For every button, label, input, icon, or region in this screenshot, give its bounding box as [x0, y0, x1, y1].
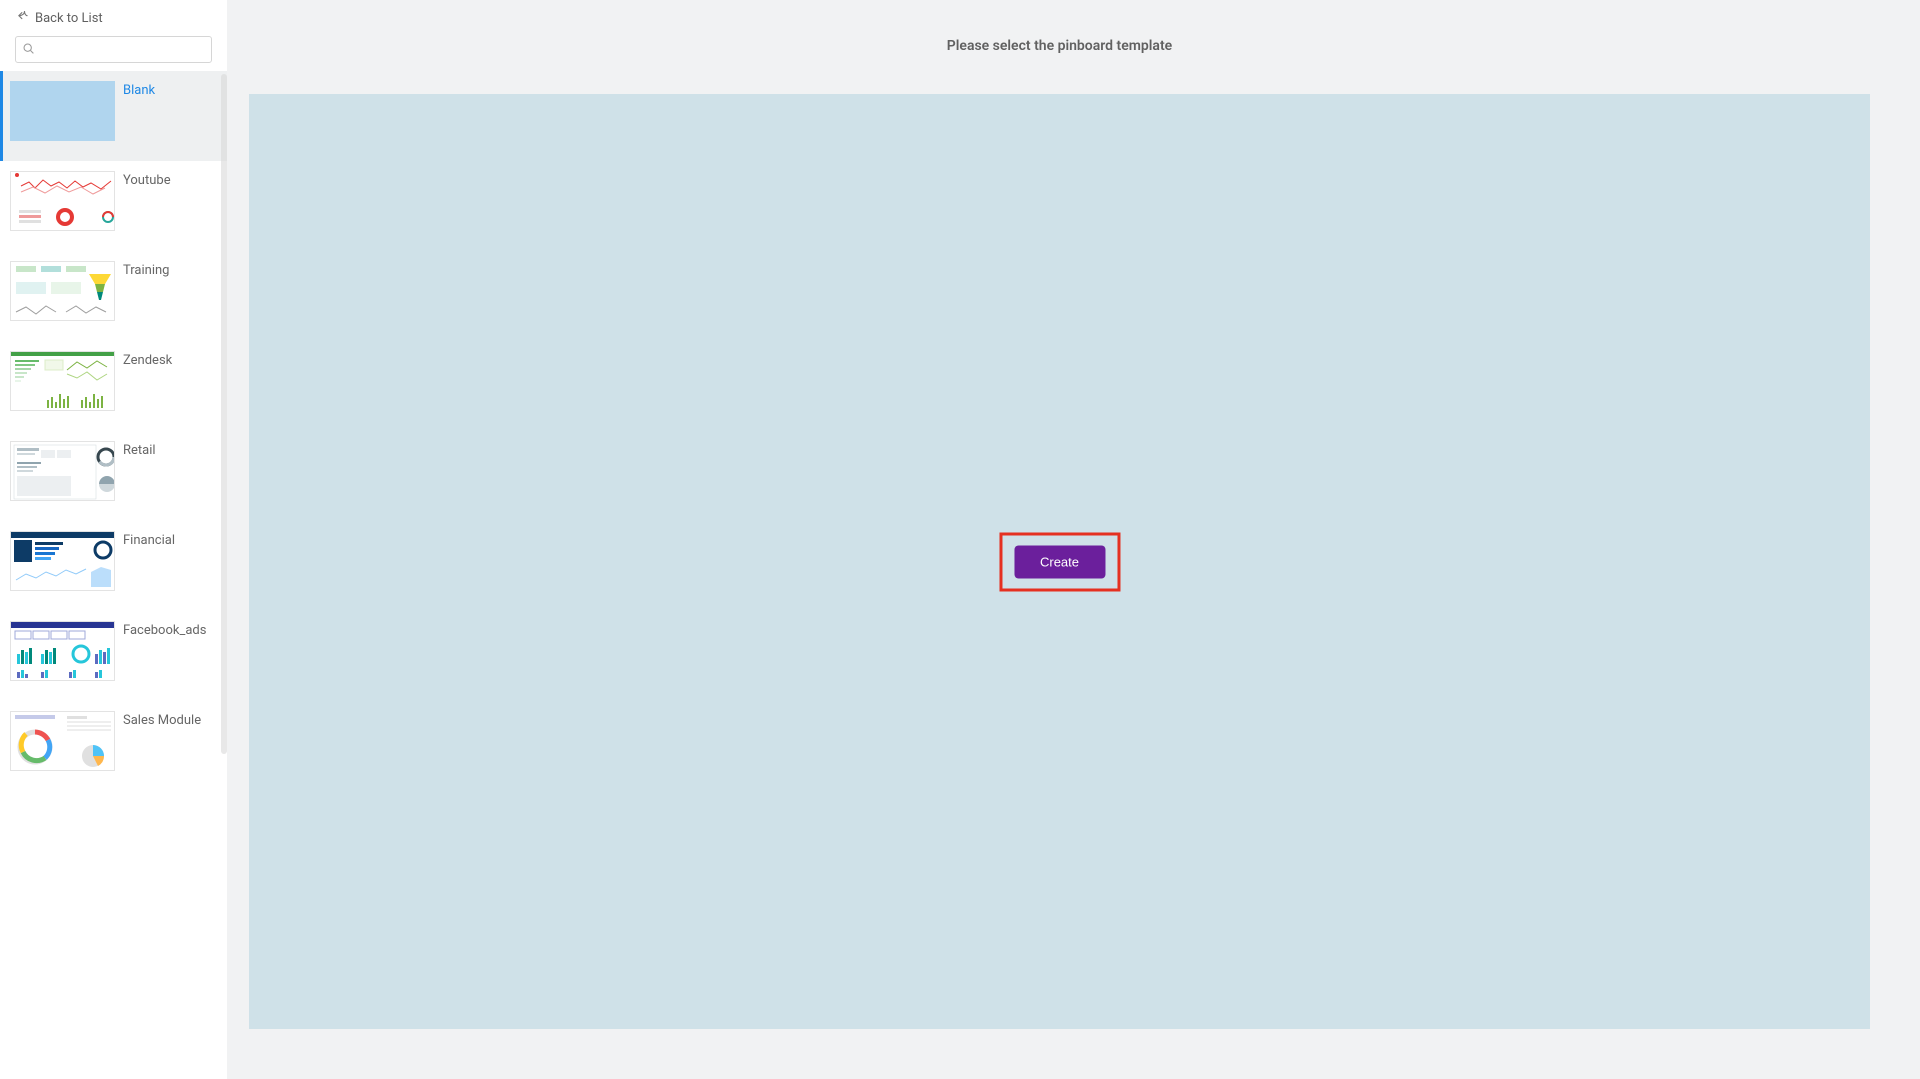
- back-to-list-link[interactable]: Back to List: [0, 0, 227, 34]
- template-item-facebook-ads[interactable]: Facebook_ads: [0, 611, 227, 701]
- template-thumb-zendesk: [10, 351, 115, 411]
- app-root: Back to List Blank: [0, 0, 1920, 1079]
- back-to-list-label: Back to List: [35, 11, 103, 26]
- template-thumb-financial: [10, 531, 115, 591]
- search-box[interactable]: [15, 36, 212, 63]
- template-label: Training: [123, 263, 169, 278]
- template-item-zendesk[interactable]: Zendesk: [0, 341, 227, 431]
- search-container: [0, 34, 227, 71]
- template-item-financial[interactable]: Financial: [0, 521, 227, 611]
- template-thumb-training: [10, 261, 115, 321]
- template-thumb-retail: [10, 441, 115, 501]
- sidebar: Back to List Blank: [0, 0, 227, 1079]
- page-title: Please select the pinboard template: [249, 38, 1870, 54]
- template-preview: Create: [249, 94, 1870, 1029]
- sidebar-scrollbar[interactable]: [221, 74, 227, 754]
- template-item-blank[interactable]: Blank: [0, 71, 227, 161]
- template-item-training[interactable]: Training: [0, 251, 227, 341]
- create-button-highlight: Create: [999, 532, 1120, 591]
- template-label: Retail: [123, 443, 156, 458]
- template-thumb-blank: [10, 81, 115, 141]
- search-input[interactable]: [39, 42, 205, 57]
- template-item-youtube[interactable]: Youtube: [0, 161, 227, 251]
- template-label: Blank: [123, 83, 155, 98]
- template-list[interactable]: Blank: [0, 71, 227, 1079]
- template-label: Youtube: [123, 173, 171, 188]
- template-thumb-facebook-ads: [10, 621, 115, 681]
- template-thumb-youtube: [10, 171, 115, 231]
- main-area: Please select the pinboard template Crea…: [227, 0, 1920, 1079]
- create-button[interactable]: Create: [1014, 545, 1105, 578]
- template-item-retail[interactable]: Retail: [0, 431, 227, 521]
- search-icon: [22, 40, 35, 59]
- template-label: Sales Module: [123, 713, 201, 728]
- back-arrow-icon: [17, 10, 29, 26]
- template-label: Zendesk: [123, 353, 172, 368]
- template-item-sales-module[interactable]: Sales Module: [0, 701, 227, 791]
- template-label: Facebook_ads: [123, 623, 206, 638]
- template-thumb-sales-module: [10, 711, 115, 771]
- template-label: Financial: [123, 533, 175, 548]
